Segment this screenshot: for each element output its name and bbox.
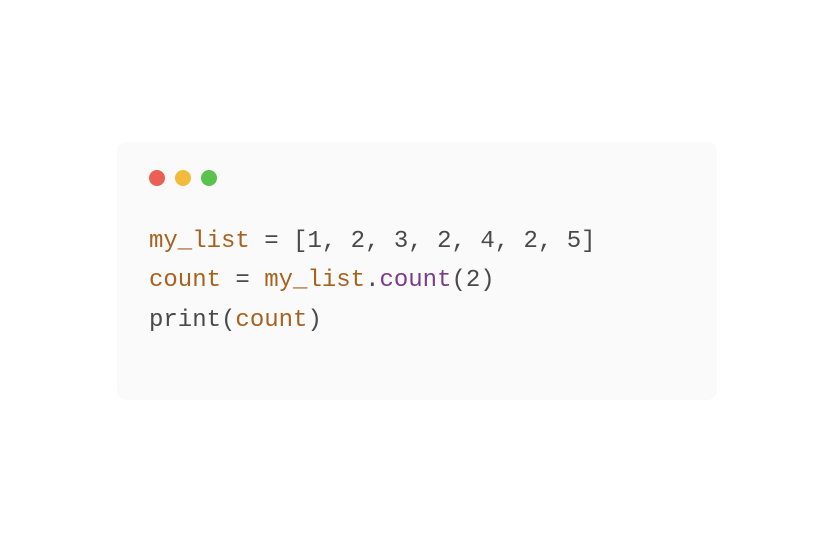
number: 2 xyxy=(524,228,538,255)
assign-op: = xyxy=(250,228,293,255)
number: 1 xyxy=(307,228,321,255)
maximize-icon xyxy=(201,170,217,186)
argument: count xyxy=(235,307,307,334)
assign-op: = xyxy=(221,267,264,294)
code-line-2: count = my_list.count(2) xyxy=(149,261,685,301)
object-name: my_list xyxy=(264,267,365,294)
comma: , xyxy=(322,228,351,255)
dot-op: . xyxy=(365,267,379,294)
number: 2 xyxy=(351,228,365,255)
number: 4 xyxy=(480,228,494,255)
code-window: my_list = [1, 2, 3, 2, 4, 2, 5]count = m… xyxy=(117,142,717,401)
code-line-1: my_list = [1, 2, 3, 2, 4, 2, 5] xyxy=(149,222,685,262)
right-paren: ) xyxy=(480,267,494,294)
left-bracket: [ xyxy=(293,228,307,255)
right-bracket: ] xyxy=(581,228,595,255)
comma: , xyxy=(495,228,524,255)
function-call: print xyxy=(149,307,221,334)
number: 2 xyxy=(437,228,451,255)
variable-name: count xyxy=(149,267,221,294)
comma: , xyxy=(452,228,481,255)
left-paren: ( xyxy=(451,267,465,294)
number: 2 xyxy=(466,267,480,294)
method-name: count xyxy=(379,267,451,294)
number: 5 xyxy=(567,228,581,255)
right-paren: ) xyxy=(307,307,321,334)
code-block: my_list = [1, 2, 3, 2, 4, 2, 5]count = m… xyxy=(149,222,685,341)
comma: , xyxy=(408,228,437,255)
window-controls xyxy=(149,170,685,186)
comma: , xyxy=(365,228,394,255)
comma: , xyxy=(538,228,567,255)
variable-name: my_list xyxy=(149,228,250,255)
close-icon xyxy=(149,170,165,186)
left-paren: ( xyxy=(221,307,235,334)
code-line-3: print(count) xyxy=(149,301,685,341)
number: 3 xyxy=(394,228,408,255)
minimize-icon xyxy=(175,170,191,186)
